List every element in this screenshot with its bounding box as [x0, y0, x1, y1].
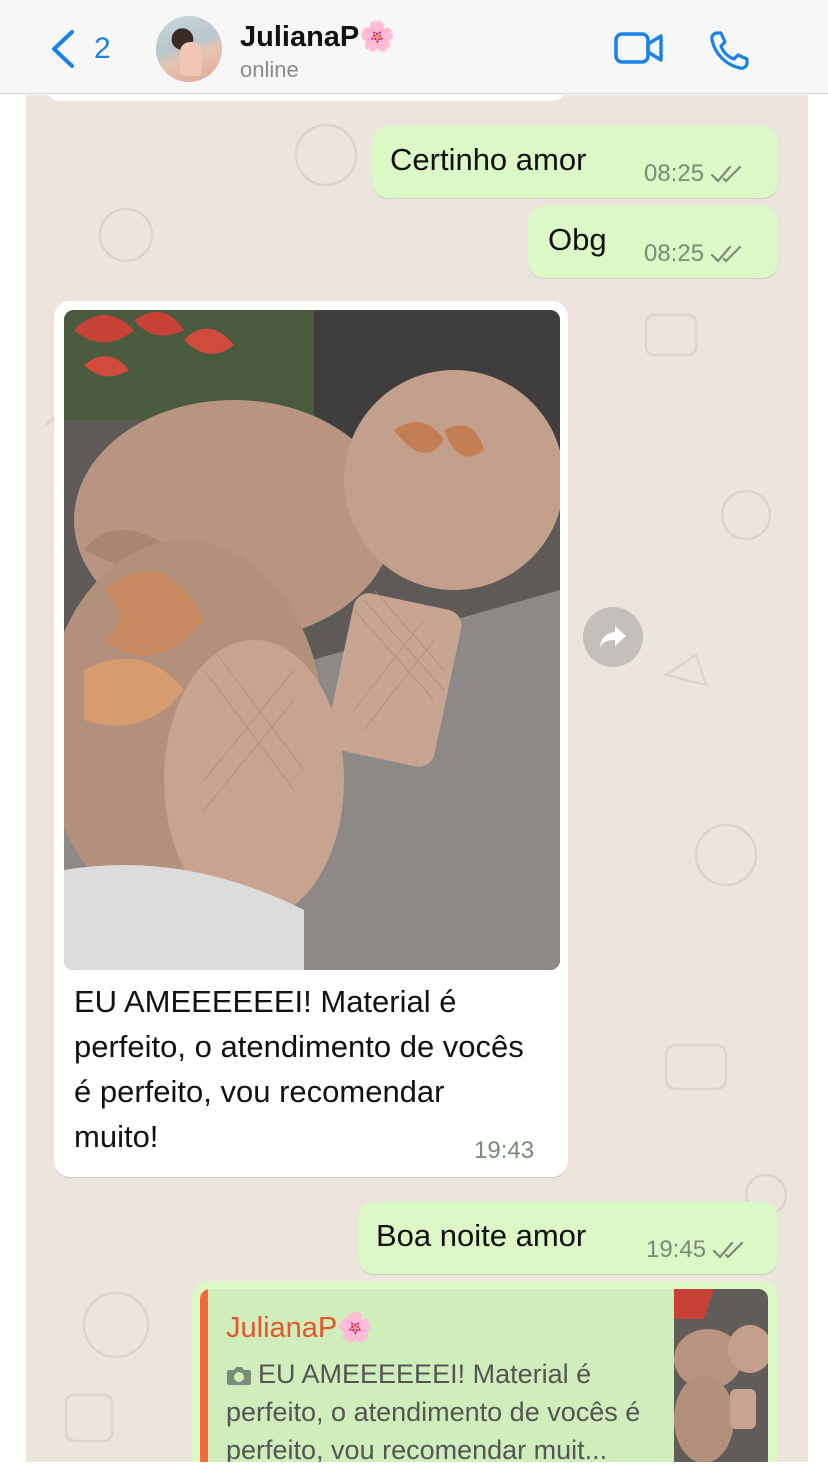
voice-call-button[interactable] — [708, 30, 750, 77]
chevron-left-icon — [52, 30, 74, 68]
forward-button[interactable] — [583, 607, 643, 667]
message-meta: 08:25 — [644, 240, 744, 268]
quoted-text: EU AMEEEEEEI! Material é perfeito, o ate… — [226, 1355, 656, 1462]
image-caption: EU AMEEEEEEI! Material é perfeito, o ate… — [74, 984, 524, 1154]
quote-accent-bar — [200, 1289, 208, 1462]
message-text: Certinho amor — [390, 142, 587, 177]
outgoing-reply-message[interactable]: JulianaP🌸 EU AMEEEEEEI! Material é perfe… — [192, 1281, 778, 1462]
message-meta: 19:43 — [474, 1137, 534, 1165]
previous-message-partial — [46, 95, 566, 101]
message-meta: 08:25 — [644, 160, 744, 188]
chat-header: 2 JulianaP🌸 online — [0, 0, 828, 94]
double-check-icon — [710, 165, 742, 183]
message-time: 19:45 — [646, 1236, 707, 1263]
quoted-sender-name: JulianaP🌸 — [226, 1312, 374, 1344]
baby-bags-photo — [64, 310, 560, 970]
outgoing-message[interactable]: Obg 08:25 — [528, 206, 778, 278]
message-time: 08:25 — [644, 240, 705, 267]
message-text: Boa noite amor — [376, 1218, 587, 1253]
incoming-image-message[interactable]: EU AMEEEEEEI! Material é perfeito, o ate… — [54, 301, 568, 1177]
bottom-edge — [0, 1462, 828, 1472]
forward-arrow-icon — [600, 626, 626, 647]
contact-avatar[interactable] — [156, 16, 222, 82]
message-text: Obg — [548, 222, 607, 257]
message-photo[interactable] — [64, 310, 560, 970]
video-camera-icon — [614, 32, 663, 64]
camera-icon — [227, 1367, 251, 1385]
back-button[interactable]: 2 — [48, 28, 111, 70]
message-meta: 19:45 — [646, 1236, 746, 1264]
double-check-icon — [712, 1241, 744, 1259]
phone-icon — [710, 31, 749, 70]
quoted-text-content: EU AMEEEEEEI! Material é perfeito, o ate… — [226, 1359, 641, 1462]
contact-name[interactable]: JulianaP🌸 — [240, 20, 395, 54]
chat-area[interactable]: Certinho amor 08:25 Obg 08:25 EU AMEEEEE… — [26, 95, 808, 1462]
message-time: 08:25 — [644, 160, 705, 187]
unread-count: 2 — [94, 32, 111, 65]
quoted-message[interactable]: JulianaP🌸 EU AMEEEEEEI! Material é perfe… — [200, 1289, 768, 1462]
double-check-icon — [710, 245, 742, 263]
quoted-image-thumbnail — [674, 1289, 768, 1462]
message-time: 19:43 — [474, 1137, 535, 1164]
contact-status: online — [240, 57, 299, 82]
outgoing-message[interactable]: Certinho amor 08:25 — [372, 126, 778, 198]
video-call-button[interactable] — [614, 30, 664, 71]
outgoing-message[interactable]: Boa noite amor 19:45 — [358, 1202, 778, 1274]
